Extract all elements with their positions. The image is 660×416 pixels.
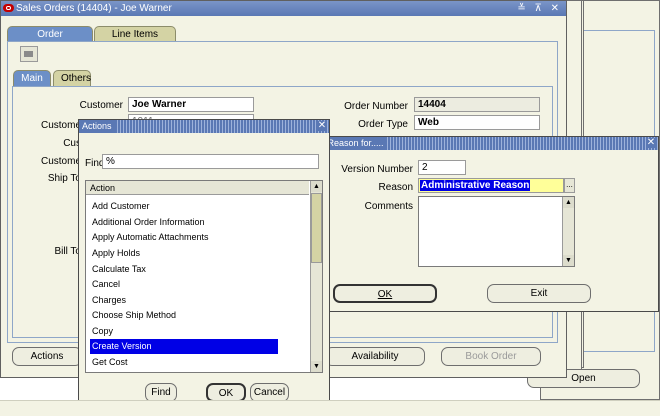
reason-label: Reason xyxy=(378,182,413,193)
ok-button-label: OK xyxy=(218,388,234,399)
reason-exit-label: Exit xyxy=(530,288,548,299)
comments-textarea[interactable]: ▲ ▼ xyxy=(418,196,575,267)
actions-button-label: Actions xyxy=(30,351,64,362)
list-item[interactable]: Add Customer xyxy=(90,199,278,214)
list-item[interactable]: Copy xyxy=(90,324,278,339)
list-item[interactable]: Choose Ship Method xyxy=(90,308,278,323)
sales-orders-titlebar[interactable]: Sales Orders (14404) - Joe Warner ≚ ⊼ ✕ xyxy=(1,1,566,16)
tab-main-label: Main xyxy=(21,73,43,84)
customer-partial-label-2: Cus xyxy=(63,138,81,149)
list-item[interactable]: Cancel xyxy=(90,277,278,292)
list-item[interactable]: Get Cost xyxy=(90,355,278,370)
list-item[interactable]: Calculate Tax xyxy=(90,262,278,277)
folder-icon[interactable] xyxy=(20,46,38,62)
customer-field[interactable]: Joe Warner xyxy=(128,97,254,112)
actions-dialog-titlebar[interactable]: Actions ✕ xyxy=(79,120,329,133)
scroll-down-icon[interactable]: ▼ xyxy=(311,361,322,372)
version-number-label: Version Number xyxy=(341,164,413,175)
order-type-label: Order Type xyxy=(358,119,408,130)
order-number-label: Order Number xyxy=(344,101,408,112)
close-icon[interactable]: ✕ xyxy=(646,138,656,148)
scroll-down-icon[interactable]: ▼ xyxy=(563,255,574,266)
find-field[interactable]: % xyxy=(102,154,319,169)
scroll-up-icon[interactable]: ▲ xyxy=(563,197,574,208)
book-order-button[interactable]: Book Order xyxy=(441,347,541,366)
reason-dialog: r Reason for..... ✕ Version Number 2 Rea… xyxy=(318,136,659,312)
customer-partial-label-1: Custome xyxy=(40,120,81,131)
tab-main[interactable]: Main xyxy=(13,70,51,86)
customer-label: Customer xyxy=(79,100,123,111)
reason-field-value: Administrative Reason xyxy=(420,180,531,191)
list-item[interactable]: Apply Holds xyxy=(90,246,278,261)
reason-dialog-titlebar[interactable]: r Reason for..... ✕ xyxy=(319,137,658,150)
book-order-button-label: Book Order xyxy=(465,351,517,362)
order-number-field[interactable]: 14404 xyxy=(414,97,540,112)
actions-list-scrollbar[interactable]: ▲ ▼ xyxy=(310,181,322,372)
actions-dialog-title: Actions xyxy=(81,120,115,133)
actions-list: Action Add Customer Additional Order Inf… xyxy=(85,180,323,373)
scroll-thumb[interactable] xyxy=(311,193,322,263)
cancel-button-label: Cancel xyxy=(253,387,286,398)
actions-button[interactable]: Actions xyxy=(12,347,82,366)
comments-scrollbar[interactable]: ▲ ▼ xyxy=(562,197,574,266)
reason-lov-label: ... xyxy=(566,180,573,189)
reason-exit-button[interactable]: Exit xyxy=(487,284,591,303)
scroll-up-icon[interactable]: ▲ xyxy=(311,181,322,192)
version-number-field[interactable]: 2 xyxy=(418,160,466,175)
status-strip xyxy=(0,400,660,416)
list-item[interactable]: Apply Automatic Attachments xyxy=(90,230,278,245)
close-icon[interactable]: ✕ xyxy=(317,121,327,131)
customer-partial-label-3: Custome xyxy=(40,156,81,167)
oracle-logo-icon xyxy=(3,4,14,12)
comments-label: Comments xyxy=(364,201,413,212)
actions-dialog: Actions ✕ Find % Action Add Customer Add… xyxy=(78,119,330,410)
tab-line-items[interactable]: Line Items xyxy=(94,26,176,42)
list-item[interactable]: Additional Order Information xyxy=(90,215,278,230)
action-column-header: Action xyxy=(86,181,309,195)
list-item[interactable]: Charges xyxy=(90,293,278,308)
window-title: Sales Orders (14404) - Joe Warner xyxy=(16,3,172,14)
bill-to-label: Bill To xyxy=(54,246,82,257)
order-type-field[interactable]: Web xyxy=(414,115,540,130)
tab-line-items-label: Line Items xyxy=(111,29,159,40)
reason-field[interactable]: Administrative Reason xyxy=(418,178,564,193)
tab-others-label: Others xyxy=(61,73,92,84)
open-button-label: Open xyxy=(571,373,596,384)
window-control-icons[interactable]: ≚ ⊼ ✕ xyxy=(517,1,562,16)
reason-lov-button[interactable]: ... xyxy=(564,178,575,193)
reason-dialog-title: r Reason for..... xyxy=(321,137,387,150)
availability-button-label: Availability xyxy=(351,351,399,362)
find-button-label: Find xyxy=(151,387,171,398)
list-item-selected[interactable]: Create Version xyxy=(90,339,278,354)
reason-ok-button[interactable]: OK xyxy=(333,284,437,303)
availability-button[interactable]: Availability xyxy=(325,347,425,366)
tab-others[interactable]: Others xyxy=(53,70,91,86)
reason-ok-label: OK xyxy=(377,289,393,300)
tab-order-information[interactable]: Order Information xyxy=(7,26,93,56)
ship-to-label: Ship To xyxy=(47,173,81,184)
